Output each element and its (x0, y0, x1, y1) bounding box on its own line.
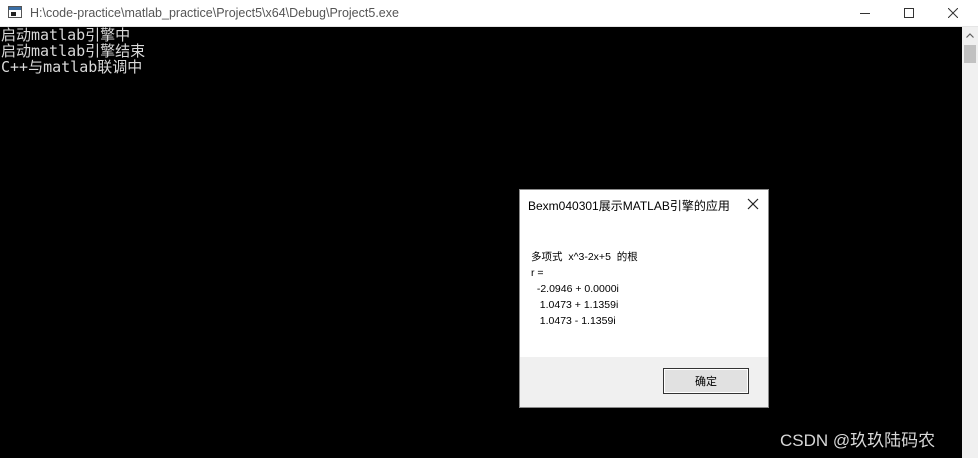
console-window: H:\code-practice\matlab_practice\Project… (0, 0, 978, 458)
console-output[interactable]: 启动matlab引擎中 启动matlab引擎结束 C++与matlab联调中 (0, 27, 962, 458)
close-button[interactable] (930, 0, 976, 26)
scrollbar-thumb[interactable] (964, 45, 976, 63)
console-line: 启动matlab引擎中 (1, 26, 131, 44)
dialog-message-line: r = (531, 267, 544, 279)
dialog-message: 多项式 x^3-2x+5 的根 r = -2.0946 + 0.0000i 1.… (531, 249, 638, 329)
title-bar[interactable]: H:\code-practice\matlab_practice\Project… (0, 0, 978, 27)
message-dialog: Bexm040301展示MATLAB引擎的应用 多项式 x^3-2x+5 的根 … (519, 189, 769, 408)
watermark: CSDN @玖玖陆码农 (780, 431, 936, 450)
scroll-up-button[interactable] (962, 27, 978, 43)
dialog-message-line: 1.0473 - 1.1359i (531, 315, 616, 327)
dialog-title: Bexm040301展示MATLAB引擎的应用 (528, 199, 730, 213)
minimize-icon (860, 13, 870, 14)
console-line: 启动matlab引擎结束 (1, 42, 146, 60)
minimize-button[interactable] (842, 0, 888, 26)
dialog-message-line: -2.0946 + 0.0000i (531, 283, 619, 295)
close-icon[interactable] (746, 197, 760, 211)
maximize-button[interactable] (886, 0, 932, 26)
console-line: C++与matlab联调中 (1, 58, 143, 76)
vertical-scrollbar[interactable] (962, 27, 978, 458)
ok-button[interactable]: 确定 (663, 368, 749, 394)
window-title: H:\code-practice\matlab_practice\Project… (30, 6, 399, 20)
maximize-icon (904, 8, 914, 18)
console-app-icon[interactable] (8, 6, 22, 18)
dialog-message-line: 1.0473 + 1.1359i (531, 299, 619, 311)
chevron-up-icon (966, 32, 974, 38)
dialog-footer: 确定 (520, 357, 768, 407)
close-icon (948, 8, 958, 18)
dialog-message-line: 多项式 x^3-2x+5 的根 (531, 251, 638, 263)
